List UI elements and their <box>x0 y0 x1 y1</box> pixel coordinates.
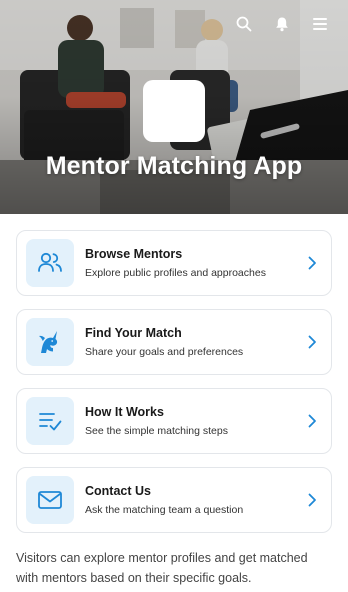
chevron-right-icon <box>305 414 319 428</box>
card-subtitle: See the simple matching steps <box>85 425 228 437</box>
card-subtitle: Explore public profiles and approaches <box>85 267 266 279</box>
hero-banner: Mentor Matching App <box>0 0 348 214</box>
menu-icon[interactable] <box>310 14 330 34</box>
navigation-cards: Browse Mentors Explore public profiles a… <box>0 214 348 533</box>
card-title: Find Your Match <box>85 326 182 340</box>
card-title: Browse Mentors <box>85 247 183 261</box>
chevron-right-icon <box>305 335 319 349</box>
chevron-right-icon <box>305 256 319 270</box>
card-title: How It Works <box>85 405 164 419</box>
chevron-right-icon <box>305 493 319 507</box>
find-your-match-card[interactable]: Find Your Match Share your goals and pre… <box>16 309 332 375</box>
header-actions <box>234 14 330 34</box>
list-check-icon <box>26 397 74 445</box>
unicorn-icon <box>26 318 74 366</box>
how-it-works-card[interactable]: How It Works See the simple matching ste… <box>16 388 332 454</box>
notification-bell-icon[interactable] <box>272 14 292 34</box>
app-logo <box>143 80 205 142</box>
envelope-icon <box>26 476 74 524</box>
page-title: Mentor Matching App <box>45 152 303 180</box>
search-icon[interactable] <box>234 14 254 34</box>
card-subtitle: Ask the matching team a question <box>85 504 244 516</box>
users-icon <box>26 239 74 287</box>
app-description: Visitors can explore mentor profiles and… <box>16 551 308 585</box>
contact-us-card[interactable]: Contact Us Ask the matching team a quest… <box>16 467 332 533</box>
card-subtitle: Share your goals and preferences <box>85 346 244 358</box>
card-title: Contact Us <box>85 484 151 498</box>
browse-mentors-card[interactable]: Browse Mentors Explore public profiles a… <box>16 230 332 296</box>
